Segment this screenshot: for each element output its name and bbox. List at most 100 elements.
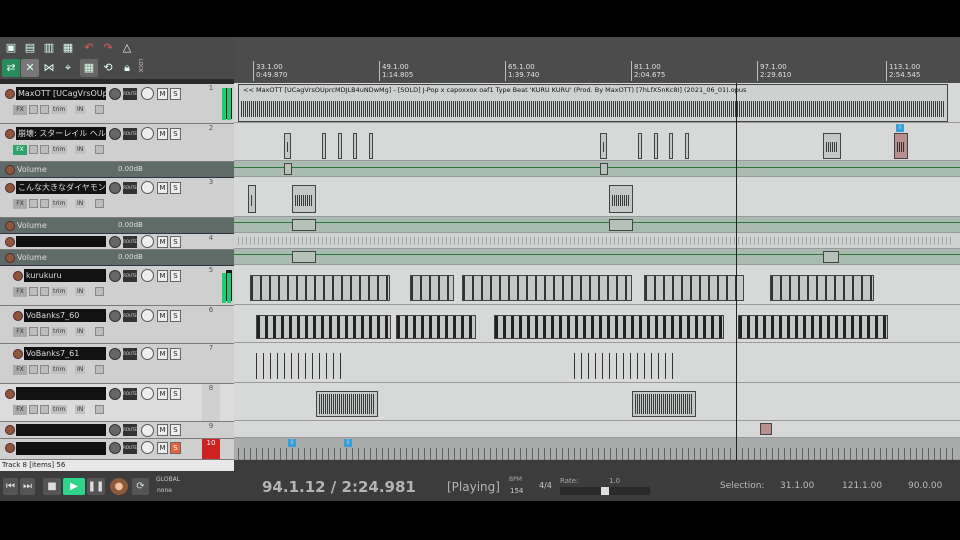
time-signature[interactable]: 4/4 bbox=[539, 481, 552, 490]
track-name[interactable]: 崩壊: スターレイル ヘルタ bbox=[16, 127, 106, 140]
trim-button[interactable]: trim bbox=[51, 327, 68, 336]
media-item[interactable] bbox=[894, 133, 908, 159]
route-button[interactable]: ROUTE bbox=[123, 310, 137, 322]
media-item[interactable] bbox=[284, 133, 291, 159]
media-item[interactable]: << MaxOTT [UCagVrsOUprcMDJLB4uNDwMg] - [… bbox=[238, 84, 948, 122]
input-button[interactable]: IN bbox=[75, 405, 86, 414]
route-button[interactable]: ROUTE bbox=[123, 388, 137, 400]
fx-button[interactable]: FX bbox=[13, 365, 27, 375]
media-item[interactable] bbox=[256, 315, 391, 339]
media-item[interactable] bbox=[654, 133, 658, 159]
record-arm-button[interactable] bbox=[5, 389, 15, 399]
media-item[interactable] bbox=[609, 185, 633, 213]
track-2[interactable]: 崩壊: スターレイル ヘルタ ROUTE M S FX trim IN 2 bbox=[0, 124, 234, 162]
envelope-value[interactable]: 0.00dB bbox=[118, 253, 143, 261]
arrange-view[interactable]: 33.1.00 0:49.870 49.1.00 1:14.805 65.1.00 1… bbox=[234, 37, 960, 460]
mute-button[interactable]: M bbox=[157, 388, 168, 400]
mute-button[interactable]: M bbox=[157, 310, 168, 322]
play-button[interactable]: ▶ bbox=[63, 478, 85, 495]
route-button[interactable]: ROUTE bbox=[123, 424, 137, 436]
media-item[interactable] bbox=[638, 133, 642, 159]
mute-button[interactable]: M bbox=[157, 442, 168, 454]
envelope-icon[interactable] bbox=[40, 145, 49, 154]
pan-knob[interactable] bbox=[141, 441, 154, 454]
solo-button[interactable]: S bbox=[170, 424, 181, 436]
input-button[interactable]: IN bbox=[75, 327, 86, 336]
mute-button[interactable]: M bbox=[157, 182, 168, 194]
monitor-icon[interactable] bbox=[95, 145, 104, 154]
track-5[interactable]: kurukuru ROUTE M S FX trim IN 5 bbox=[0, 266, 234, 306]
route-button[interactable]: ROUTE bbox=[123, 236, 137, 248]
media-item[interactable] bbox=[369, 133, 373, 159]
solo-button[interactable]: S bbox=[170, 442, 181, 454]
monitor-icon[interactable] bbox=[95, 365, 104, 374]
automation-item[interactable] bbox=[609, 219, 633, 231]
go-to-end-button[interactable]: ⏭ bbox=[20, 478, 35, 495]
pan-knob[interactable] bbox=[141, 87, 154, 100]
loop-points-icon[interactable]: ⟲ bbox=[99, 59, 117, 77]
track-4[interactable]: ROUTE M S 4 bbox=[0, 234, 234, 250]
solo-button[interactable]: S bbox=[170, 310, 181, 322]
trim-button[interactable]: trim bbox=[51, 287, 68, 296]
automation-item[interactable] bbox=[600, 163, 608, 175]
trim-button[interactable]: trim bbox=[51, 199, 68, 208]
mute-button[interactable]: M bbox=[157, 236, 168, 248]
solo-button[interactable]: S bbox=[170, 182, 181, 194]
mute-button[interactable]: M bbox=[157, 128, 168, 140]
selection-start[interactable]: 31.1.00 bbox=[780, 481, 814, 491]
track-name[interactable] bbox=[16, 424, 106, 436]
track-name[interactable] bbox=[16, 387, 106, 400]
lane-track-3[interactable] bbox=[234, 177, 960, 217]
envelope-icon[interactable] bbox=[40, 199, 49, 208]
track-name[interactable] bbox=[16, 442, 106, 455]
undo-icon[interactable]: ↶ bbox=[80, 39, 98, 57]
input-button[interactable]: IN bbox=[75, 365, 86, 374]
rate-slider-handle[interactable] bbox=[601, 487, 609, 495]
mute-button[interactable]: M bbox=[157, 270, 168, 282]
selection-length[interactable]: 90.0.00 bbox=[908, 481, 942, 491]
solo-button[interactable]: S bbox=[170, 388, 181, 400]
media-item[interactable] bbox=[292, 185, 316, 213]
pan-knob[interactable] bbox=[141, 181, 154, 194]
media-item[interactable] bbox=[600, 133, 607, 159]
input-button[interactable]: IN bbox=[75, 199, 86, 208]
volume-knob[interactable] bbox=[109, 310, 121, 322]
record-arm-button[interactable] bbox=[5, 183, 15, 193]
automation-global-icon[interactable]: GLOBAL bbox=[156, 476, 180, 483]
fx-button[interactable]: FX bbox=[13, 287, 27, 297]
lane-track-1[interactable]: << MaxOTT [UCagVrsOUprcMDJLB4uNDwMg] - [… bbox=[234, 83, 960, 123]
media-item[interactable] bbox=[644, 275, 744, 301]
trim-button[interactable]: trim bbox=[51, 145, 68, 154]
record-arm-button[interactable] bbox=[5, 129, 15, 139]
media-item[interactable] bbox=[462, 275, 632, 301]
fx-bypass-icon[interactable] bbox=[29, 145, 38, 154]
route-button[interactable]: ROUTE bbox=[123, 270, 137, 282]
monitor-icon[interactable] bbox=[95, 199, 104, 208]
track-6[interactable]: VoBanks7_60 ROUTE M S FX trim IN 6 bbox=[0, 306, 234, 344]
route-button[interactable]: ROUTE bbox=[123, 348, 137, 360]
track-3[interactable]: こんな大きなダイヤモンド見た ROUTE M S FX trim IN 3 bbox=[0, 178, 234, 218]
record-arm-button[interactable] bbox=[5, 443, 15, 453]
monitor-icon[interactable] bbox=[95, 105, 104, 114]
media-item[interactable] bbox=[338, 133, 342, 159]
volume-envelope-lane[interactable]: Volume 0.00dB bbox=[0, 162, 234, 178]
monitor-icon[interactable] bbox=[95, 327, 104, 336]
pan-knob[interactable] bbox=[141, 127, 154, 140]
media-item[interactable] bbox=[353, 133, 357, 159]
pan-knob[interactable] bbox=[141, 309, 154, 322]
lock-icon[interactable]: 🔒︎ bbox=[118, 59, 136, 77]
play-cursor[interactable] bbox=[736, 83, 737, 460]
media-item[interactable] bbox=[410, 275, 454, 301]
fx-button[interactable]: FX bbox=[13, 405, 27, 415]
monitor-icon[interactable] bbox=[95, 287, 104, 296]
volume-knob[interactable] bbox=[109, 270, 121, 282]
lane-track-7[interactable] bbox=[234, 343, 960, 383]
fx-bypass-icon[interactable] bbox=[29, 199, 38, 208]
track-name[interactable]: kurukuru bbox=[24, 269, 106, 282]
track-name[interactable]: VoBanks7_61 bbox=[24, 347, 106, 360]
fx-bypass-icon[interactable] bbox=[29, 327, 38, 336]
input-button[interactable]: IN bbox=[75, 105, 86, 114]
volume-envelope-lane[interactable]: Volume 0.00dB bbox=[0, 250, 234, 266]
envelope-arm-button[interactable] bbox=[5, 221, 15, 231]
timeline-ruler[interactable]: 33.1.00 0:49.870 49.1.00 1:14.805 65.1.00 1… bbox=[234, 37, 960, 83]
